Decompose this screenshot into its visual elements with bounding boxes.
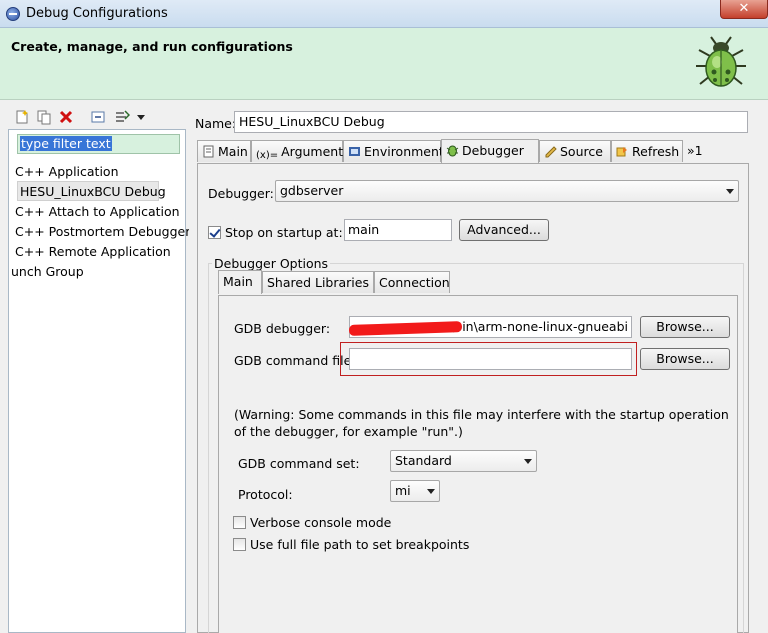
- name-input[interactable]: HESU_LinuxBCU Debug: [234, 111, 748, 133]
- tab-arguments-label: Arguments: [281, 144, 350, 159]
- tab-arguments[interactable]: (x)= Arguments: [251, 140, 350, 162]
- full-path-checkbox[interactable]: [233, 538, 246, 551]
- config-editor-panel: Name: HESU_LinuxBCU Debug Main (x)= Argum…: [189, 106, 768, 633]
- stop-on-startup-checkbox[interactable]: [208, 226, 221, 239]
- tab-refresh-label: Refresh: [632, 144, 680, 159]
- config-toolbar: [8, 106, 186, 128]
- debugger-option-tabs: Main Shared Libraries Connection: [218, 270, 738, 295]
- inner-tab-main[interactable]: Main: [218, 270, 262, 294]
- stop-on-startup-label: Stop on startup at:: [225, 225, 343, 240]
- chevron-down-icon: [524, 459, 532, 464]
- config-tree-panel: type filter text C++ Application HESU_Li…: [8, 129, 190, 633]
- debugger-options-label: Debugger Options: [212, 256, 331, 271]
- gdb-command-file-label: GDB command file:: [234, 353, 356, 368]
- tab-debugger[interactable]: Debugger: [441, 139, 539, 163]
- debugger-select[interactable]: gdbserver: [275, 180, 739, 202]
- filter-icon[interactable]: [114, 109, 130, 125]
- tab-main-label: Main: [218, 144, 248, 159]
- tree-item-attach[interactable]: C++ Attach to Application: [15, 204, 180, 219]
- delete-icon[interactable]: [58, 109, 74, 125]
- tab-refresh[interactable]: Refresh: [611, 140, 683, 162]
- collapse-all-icon[interactable]: [90, 109, 106, 125]
- advanced-button[interactable]: Advanced...: [459, 219, 549, 241]
- tree-item-launch-group[interactable]: unch Group: [11, 264, 84, 279]
- debugger-label: Debugger:: [208, 186, 274, 201]
- command-set-value: Standard: [395, 453, 452, 468]
- gdb-browse-button[interactable]: Browse...: [640, 316, 730, 338]
- debugger-bug-icon: [446, 145, 459, 157]
- tab-debugger-label: Debugger: [462, 143, 524, 158]
- view-menu-icon[interactable]: [136, 109, 146, 125]
- protocol-label: Protocol:: [238, 487, 293, 502]
- new-config-icon[interactable]: [14, 109, 30, 125]
- filter-input[interactable]: type filter text: [17, 134, 180, 154]
- close-button[interactable]: ✕: [720, 0, 768, 19]
- banner-heading: Create, manage, and run configurations: [11, 39, 293, 54]
- gdb-debugger-label: GDB debugger:: [234, 321, 331, 336]
- environment-icon: [349, 147, 360, 156]
- arguments-icon: (x)=: [256, 150, 279, 161]
- refresh-icon: [616, 147, 627, 157]
- chevron-down-icon: [726, 189, 734, 194]
- bug-icon: [696, 36, 746, 87]
- debugger-tab-content: Debugger: gdbserver Stop on startup at: …: [197, 163, 749, 633]
- tree-item-cpp-application[interactable]: C++ Application: [15, 164, 119, 179]
- gdb-debugger-value: \bin\arm-none-linux-gnueabi: [450, 319, 628, 334]
- verbose-console-checkbox[interactable]: [233, 516, 246, 529]
- command-file-highlight: [340, 342, 637, 376]
- name-label: Name:: [195, 116, 237, 131]
- tree-item-remote[interactable]: C++ Remote Application: [15, 244, 171, 259]
- main-tab-icon: [203, 145, 214, 158]
- command-file-warning: (Warning: Some commands in this file may…: [234, 407, 729, 439]
- protocol-select[interactable]: mi: [390, 480, 440, 502]
- verbose-console-label: Verbose console mode: [250, 515, 392, 530]
- tab-source-label: Source: [560, 144, 603, 159]
- window-title: Debug Configurations: [26, 6, 168, 21]
- full-path-label: Use full file path to set breakpoints: [250, 537, 470, 552]
- chevron-down-icon: [427, 489, 435, 494]
- inner-tab-connection[interactable]: Connection: [374, 271, 450, 293]
- tab-environment[interactable]: Environment: [343, 140, 444, 162]
- debugger-select-value: gdbserver: [280, 183, 344, 198]
- protocol-value: mi: [395, 483, 411, 498]
- debug-app-icon: [6, 7, 20, 21]
- stop-symbol-input[interactable]: main: [344, 219, 452, 241]
- inner-tab-shared-libraries[interactable]: Shared Libraries: [262, 271, 374, 293]
- filter-placeholder: type filter text: [20, 136, 112, 151]
- tab-overflow[interactable]: »1: [683, 140, 711, 162]
- source-icon: [545, 146, 557, 158]
- command-file-browse-button[interactable]: Browse...: [640, 348, 730, 370]
- header-banner: Create, manage, and run configurations: [0, 28, 768, 100]
- tree-item-hesu-linuxbcu-debug[interactable]: HESU_LinuxBCU Debug: [20, 184, 166, 199]
- title-bar: Debug Configurations ✕: [0, 0, 768, 28]
- tab-main[interactable]: Main: [197, 140, 251, 162]
- duplicate-icon[interactable]: [36, 109, 52, 125]
- config-tabs: Main (x)= Arguments Environment Debugger …: [197, 139, 749, 164]
- debugger-options-main: GDB debugger: \bin\arm-none-linux-gnueab…: [218, 295, 738, 633]
- tab-source[interactable]: Source: [539, 140, 611, 162]
- gdb-command-set-select[interactable]: Standard: [390, 450, 537, 472]
- gdb-command-set-label: GDB command set:: [238, 456, 360, 471]
- tab-environment-label: Environment: [364, 144, 444, 159]
- tree-item-postmortem[interactable]: C++ Postmortem Debugger: [15, 224, 190, 239]
